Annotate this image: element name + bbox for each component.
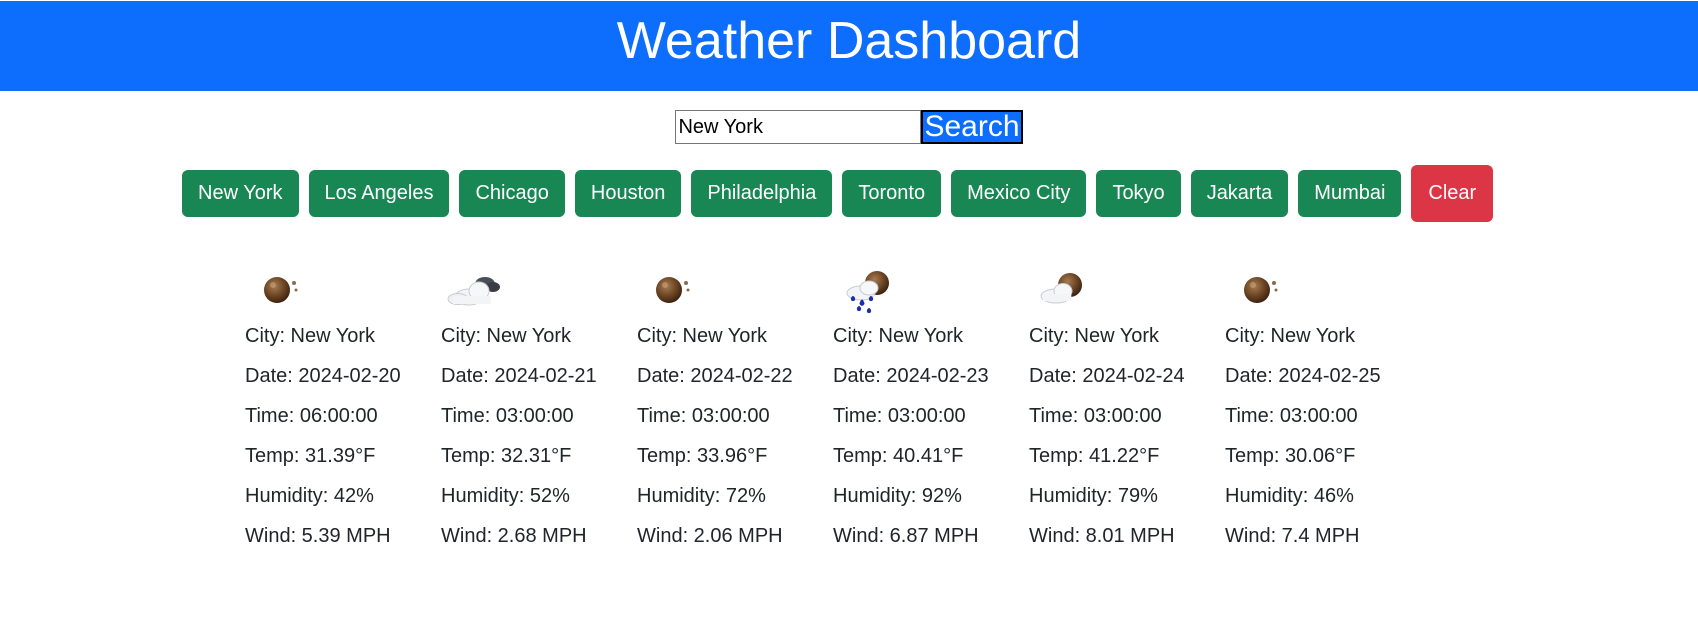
forecast-wind: Wind: 2.06 MPH xyxy=(637,525,783,547)
forecast-temp: Temp: 40.41°F xyxy=(833,445,964,467)
forecast-card: City: New York Date: 2024-02-22 Time: 03… xyxy=(637,266,833,556)
cloudy-icon xyxy=(441,266,637,316)
city-button-mexico-city[interactable]: Mexico City xyxy=(951,170,1087,217)
forecast-list: City: New York Date: 2024-02-20 Time: 06… xyxy=(245,266,1421,556)
forecast-time: Time: 03:00:00 xyxy=(1029,405,1162,427)
search-bar: Search xyxy=(0,110,1698,144)
city-history-list: New York Los Angeles Chicago Houston Phi… xyxy=(182,165,1494,222)
forecast-wind: Wind: 2.68 MPH xyxy=(441,525,587,547)
forecast-humidity: Humidity: 42% xyxy=(245,485,374,507)
city-button-philadelphia[interactable]: Philadelphia xyxy=(691,170,833,217)
forecast-time: Time: 03:00:00 xyxy=(1225,405,1358,427)
city-button-new-york[interactable]: New York xyxy=(182,170,299,217)
city-button-mumbai[interactable]: Mumbai xyxy=(1298,170,1402,217)
forecast-city: City: New York xyxy=(1225,325,1356,347)
forecast-time: Time: 06:00:00 xyxy=(245,405,378,427)
partly-cloudy-night-icon xyxy=(1029,266,1225,316)
forecast-wind: Wind: 6.87 MPH xyxy=(833,525,979,547)
forecast-humidity: Humidity: 46% xyxy=(1225,485,1354,507)
forecast-city: City: New York xyxy=(1029,325,1160,347)
city-button-los-angeles[interactable]: Los Angeles xyxy=(308,170,450,217)
forecast-humidity: Humidity: 92% xyxy=(833,485,962,507)
forecast-card: City: New York Date: 2024-02-24 Time: 03… xyxy=(1029,266,1225,556)
forecast-card: City: New York Date: 2024-02-20 Time: 06… xyxy=(245,266,441,556)
forecast-city: City: New York xyxy=(833,325,964,347)
city-button-chicago[interactable]: Chicago xyxy=(459,170,565,217)
forecast-time: Time: 03:00:00 xyxy=(833,405,966,427)
forecast-humidity: Humidity: 52% xyxy=(441,485,570,507)
forecast-city: City: New York xyxy=(637,325,768,347)
forecast-time: Time: 03:00:00 xyxy=(637,405,770,427)
city-button-toronto[interactable]: Toronto xyxy=(842,170,942,217)
search-input[interactable] xyxy=(675,110,922,144)
forecast-temp: Temp: 31.39°F xyxy=(245,445,376,467)
forecast-card: City: New York Date: 2024-02-25 Time: 03… xyxy=(1225,266,1421,556)
forecast-city: City: New York xyxy=(245,325,376,347)
forecast-card: City: New York Date: 2024-02-21 Time: 03… xyxy=(441,266,637,556)
forecast-temp: Temp: 33.96°F xyxy=(637,445,768,467)
forecast-temp: Temp: 41.22°F xyxy=(1029,445,1160,467)
city-button-tokyo[interactable]: Tokyo xyxy=(1096,170,1181,217)
forecast-humidity: Humidity: 79% xyxy=(1029,485,1158,507)
forecast-date: Date: 2024-02-23 xyxy=(833,365,989,387)
forecast-city: City: New York xyxy=(441,325,572,347)
forecast-date: Date: 2024-02-25 xyxy=(1225,365,1381,387)
forecast-temp: Temp: 30.06°F xyxy=(1225,445,1356,467)
page-header: Weather Dashboard xyxy=(0,0,1698,91)
forecast-wind: Wind: 8.01 MPH xyxy=(1029,525,1175,547)
page-title: Weather Dashboard xyxy=(616,12,1082,70)
forecast-date: Date: 2024-02-22 xyxy=(637,365,793,387)
forecast-card: City: New York Date: 2024-02-23 Time: 03… xyxy=(833,266,1029,556)
city-button-houston[interactable]: Houston xyxy=(574,170,682,217)
search-button[interactable]: Search xyxy=(921,110,1023,144)
clear-night-icon xyxy=(637,266,833,316)
clear-button[interactable]: Clear xyxy=(1411,165,1494,222)
forecast-time: Time: 03:00:00 xyxy=(441,405,574,427)
forecast-date: Date: 2024-02-21 xyxy=(441,365,597,387)
forecast-wind: Wind: 7.4 MPH xyxy=(1225,525,1360,547)
forecast-humidity: Humidity: 72% xyxy=(637,485,766,507)
clear-night-icon xyxy=(245,266,441,316)
clear-night-icon xyxy=(1225,266,1421,316)
city-button-jakarta[interactable]: Jakarta xyxy=(1190,170,1289,217)
forecast-date: Date: 2024-02-24 xyxy=(1029,365,1185,387)
forecast-date: Date: 2024-02-20 xyxy=(245,365,401,387)
rain-night-icon xyxy=(833,266,1029,316)
forecast-wind: Wind: 5.39 MPH xyxy=(245,525,391,547)
forecast-temp: Temp: 32.31°F xyxy=(441,445,572,467)
